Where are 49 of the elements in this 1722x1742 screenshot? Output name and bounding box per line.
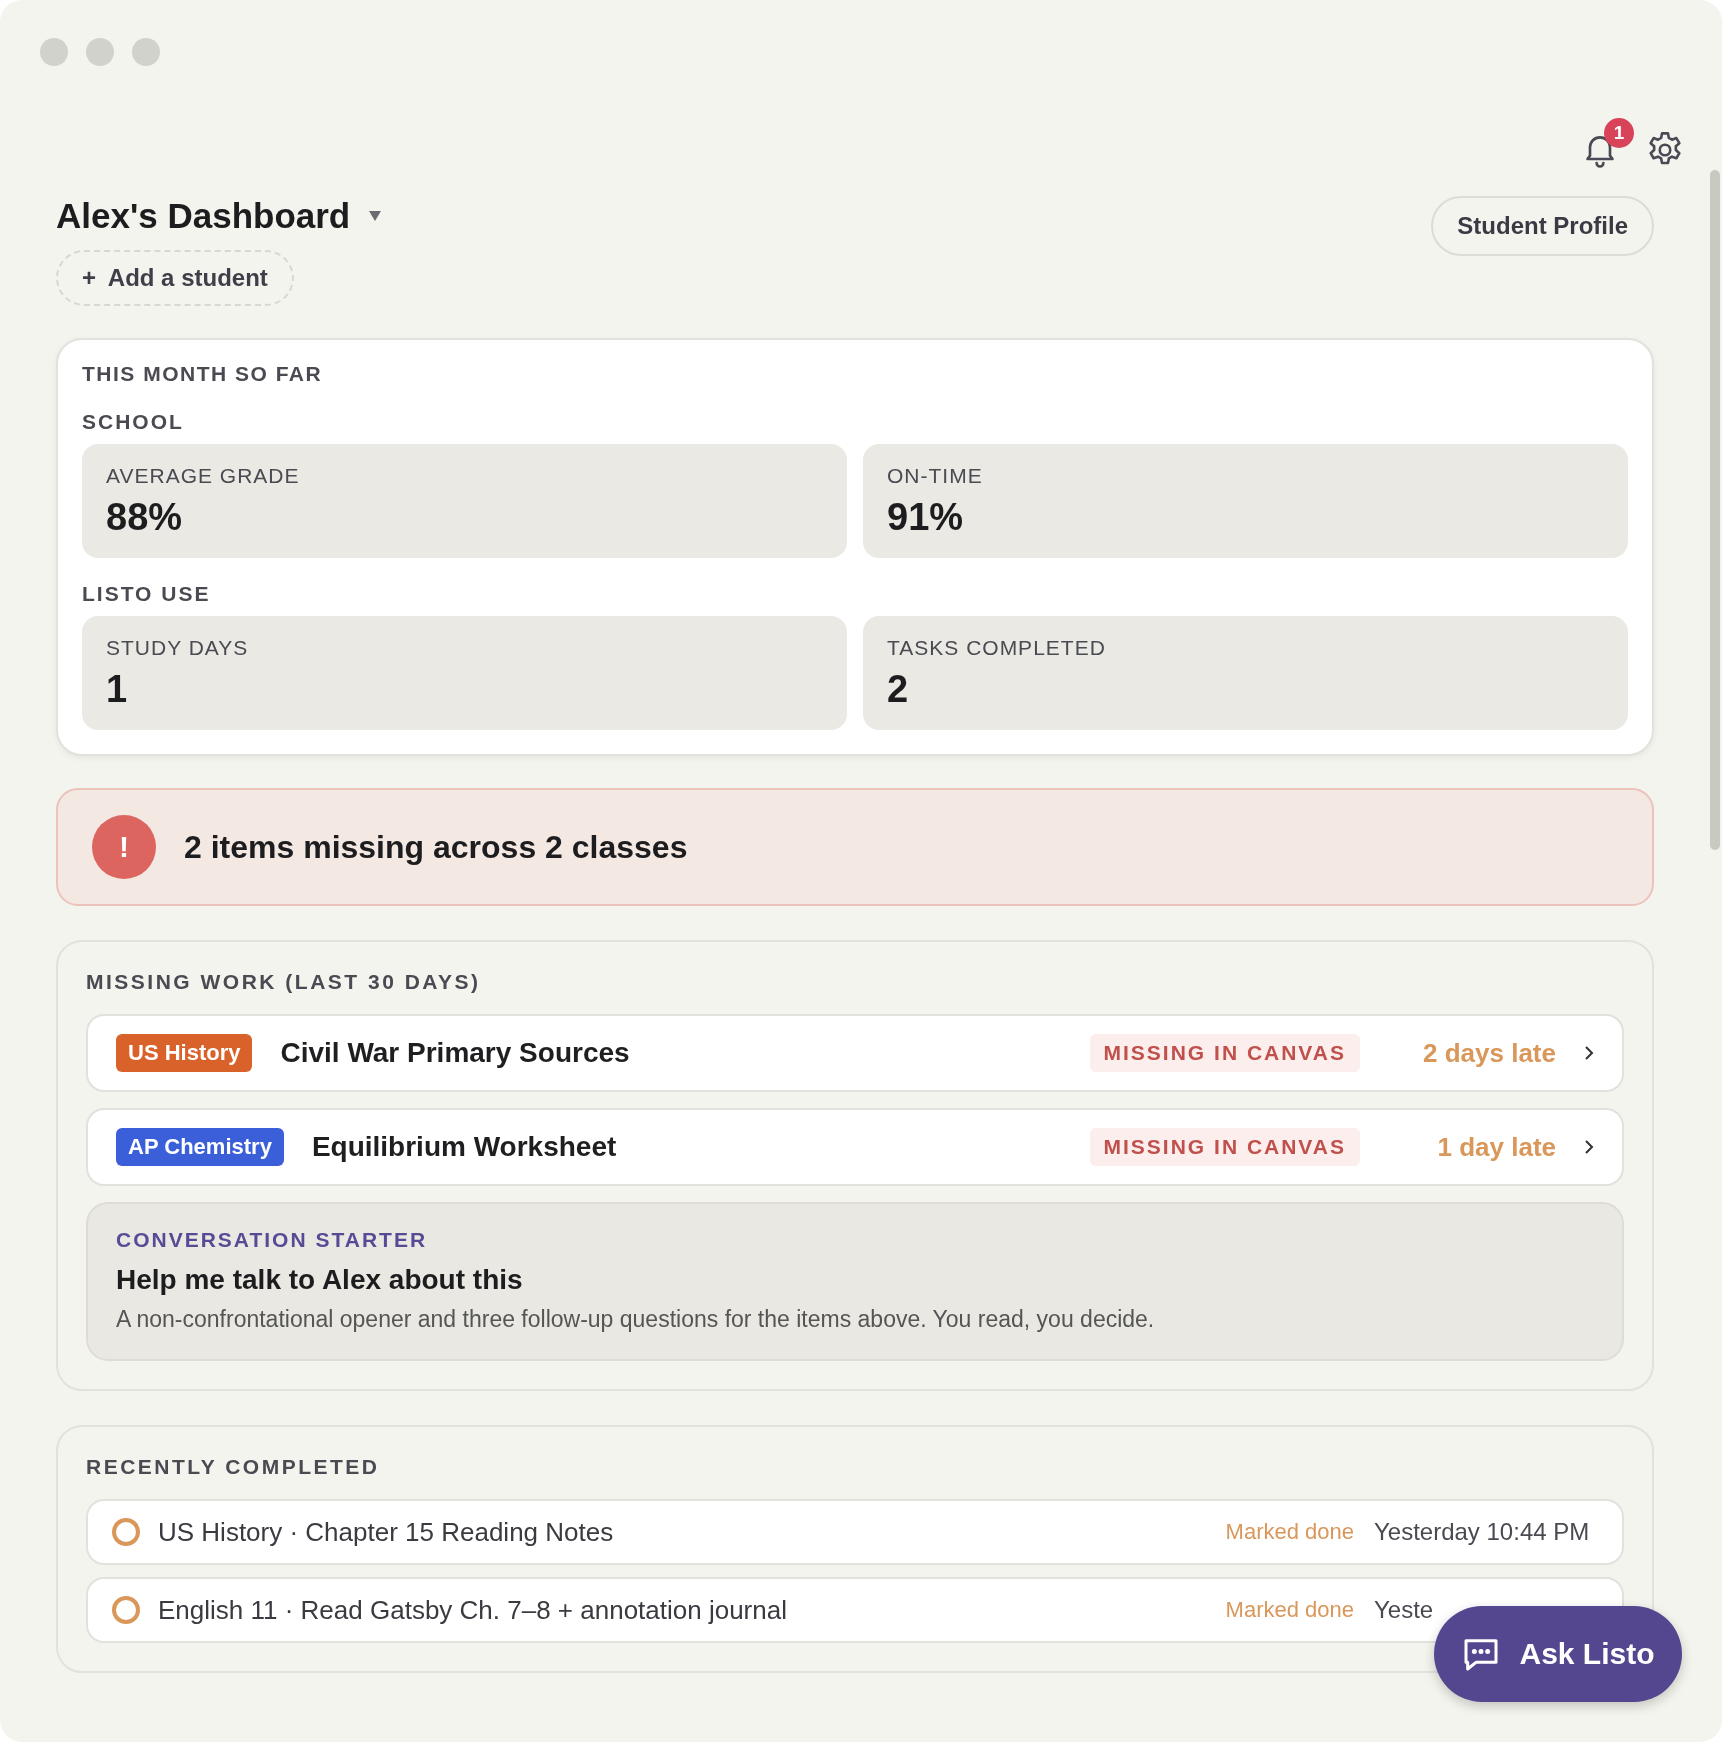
group-heading: SCHOOL <box>82 410 185 434</box>
completed-item-text: US History · Chapter 15 Reading Notes <box>158 1516 615 1548</box>
done-label: Marked done <box>1225 1597 1354 1623</box>
class-tag: AP Chemistry <box>116 1128 284 1166</box>
completed-item-text: English 11 · Read Gatsby Ch. 7–8 + annotation journal <box>158 1594 788 1626</box>
chevron-icon <box>1584 1139 1594 1155</box>
stat-value: 88% <box>106 496 184 539</box>
alert-message: 2 items missing across 2 classes <box>184 828 688 866</box>
assignment-title: Equilibrium Worksheet <box>311 1131 618 1163</box>
status-label: MISSING IN CANVAS <box>1089 1034 1360 1072</box>
notification-count: 1 <box>1604 118 1634 148</box>
caret-icon[interactable] <box>368 210 383 222</box>
section-heading: THIS MONTH SO FAR <box>82 362 324 386</box>
late-label: 1 day late <box>1436 1131 1556 1163</box>
chevron-icon <box>1584 1045 1594 1061</box>
done-label: Marked done <box>1225 1519 1354 1545</box>
circle-icon <box>112 1518 140 1546</box>
add-student-button[interactable]: + Add a student <box>56 250 294 306</box>
missing-item-row[interactable]: US History Civil War Primary Sources MISSING IN CANVAS 2 days late <box>86 1014 1624 1092</box>
conversation-starter-card[interactable]: CONVERSATION STARTER Help me talk to Alex about this A non-confrontational opener and three follow-up questions for the items above. You read, you decide. <box>86 1202 1624 1361</box>
window-zoom-button[interactable] <box>132 38 160 66</box>
student-profile-button[interactable]: Student Profile <box>1431 196 1654 256</box>
starter-description: A non-confrontational opener and three follow-up questions for the items above. You read, you decide. <box>116 1306 1156 1333</box>
dashboard-title: Alex's Dashboard <box>56 196 351 236</box>
class-tag: US History <box>116 1034 253 1072</box>
status-label: MISSING IN CANVAS <box>1089 1128 1360 1166</box>
stat-label: TASKS COMPLETED <box>887 636 1107 660</box>
group-heading: LISTO USE <box>82 582 212 606</box>
ask-listo-button[interactable]: Ask Listo <box>1434 1606 1682 1702</box>
stat-label: STUDY DAYS <box>106 636 250 660</box>
late-label: 2 days late <box>1422 1037 1556 1069</box>
starter-title: Help me talk to Alex about this <box>116 1264 524 1296</box>
stat-value: 91% <box>887 496 965 539</box>
window-close-button[interactable] <box>40 38 68 66</box>
stat-label: ON-TIME <box>887 464 984 488</box>
scrollbar-thumb[interactable] <box>1710 170 1720 850</box>
missing-item-row[interactable]: AP Chemistry Equilibrium Worksheet MISSING IN CANVAS 1 day late <box>86 1108 1624 1186</box>
completed-time: Yesterday 10:44 PM <box>1374 1518 1591 1546</box>
section-heading: MISSING WORK (LAST 30 DAYS) <box>86 970 482 994</box>
section-heading: RECENTLY COMPLETED <box>86 1455 381 1479</box>
completed-time: Yeste <box>1374 1596 1435 1624</box>
alert-icon: ! <box>92 815 156 879</box>
stat-value: 1 <box>106 668 129 711</box>
circle-icon <box>112 1596 140 1624</box>
stat-value: 2 <box>887 668 910 711</box>
starter-label: CONVERSATION STARTER <box>116 1228 429 1252</box>
assignment-title: Civil War Primary Sources <box>280 1037 631 1069</box>
window-minimize-button[interactable] <box>86 38 114 66</box>
stat-label: AVERAGE GRADE <box>106 464 301 488</box>
